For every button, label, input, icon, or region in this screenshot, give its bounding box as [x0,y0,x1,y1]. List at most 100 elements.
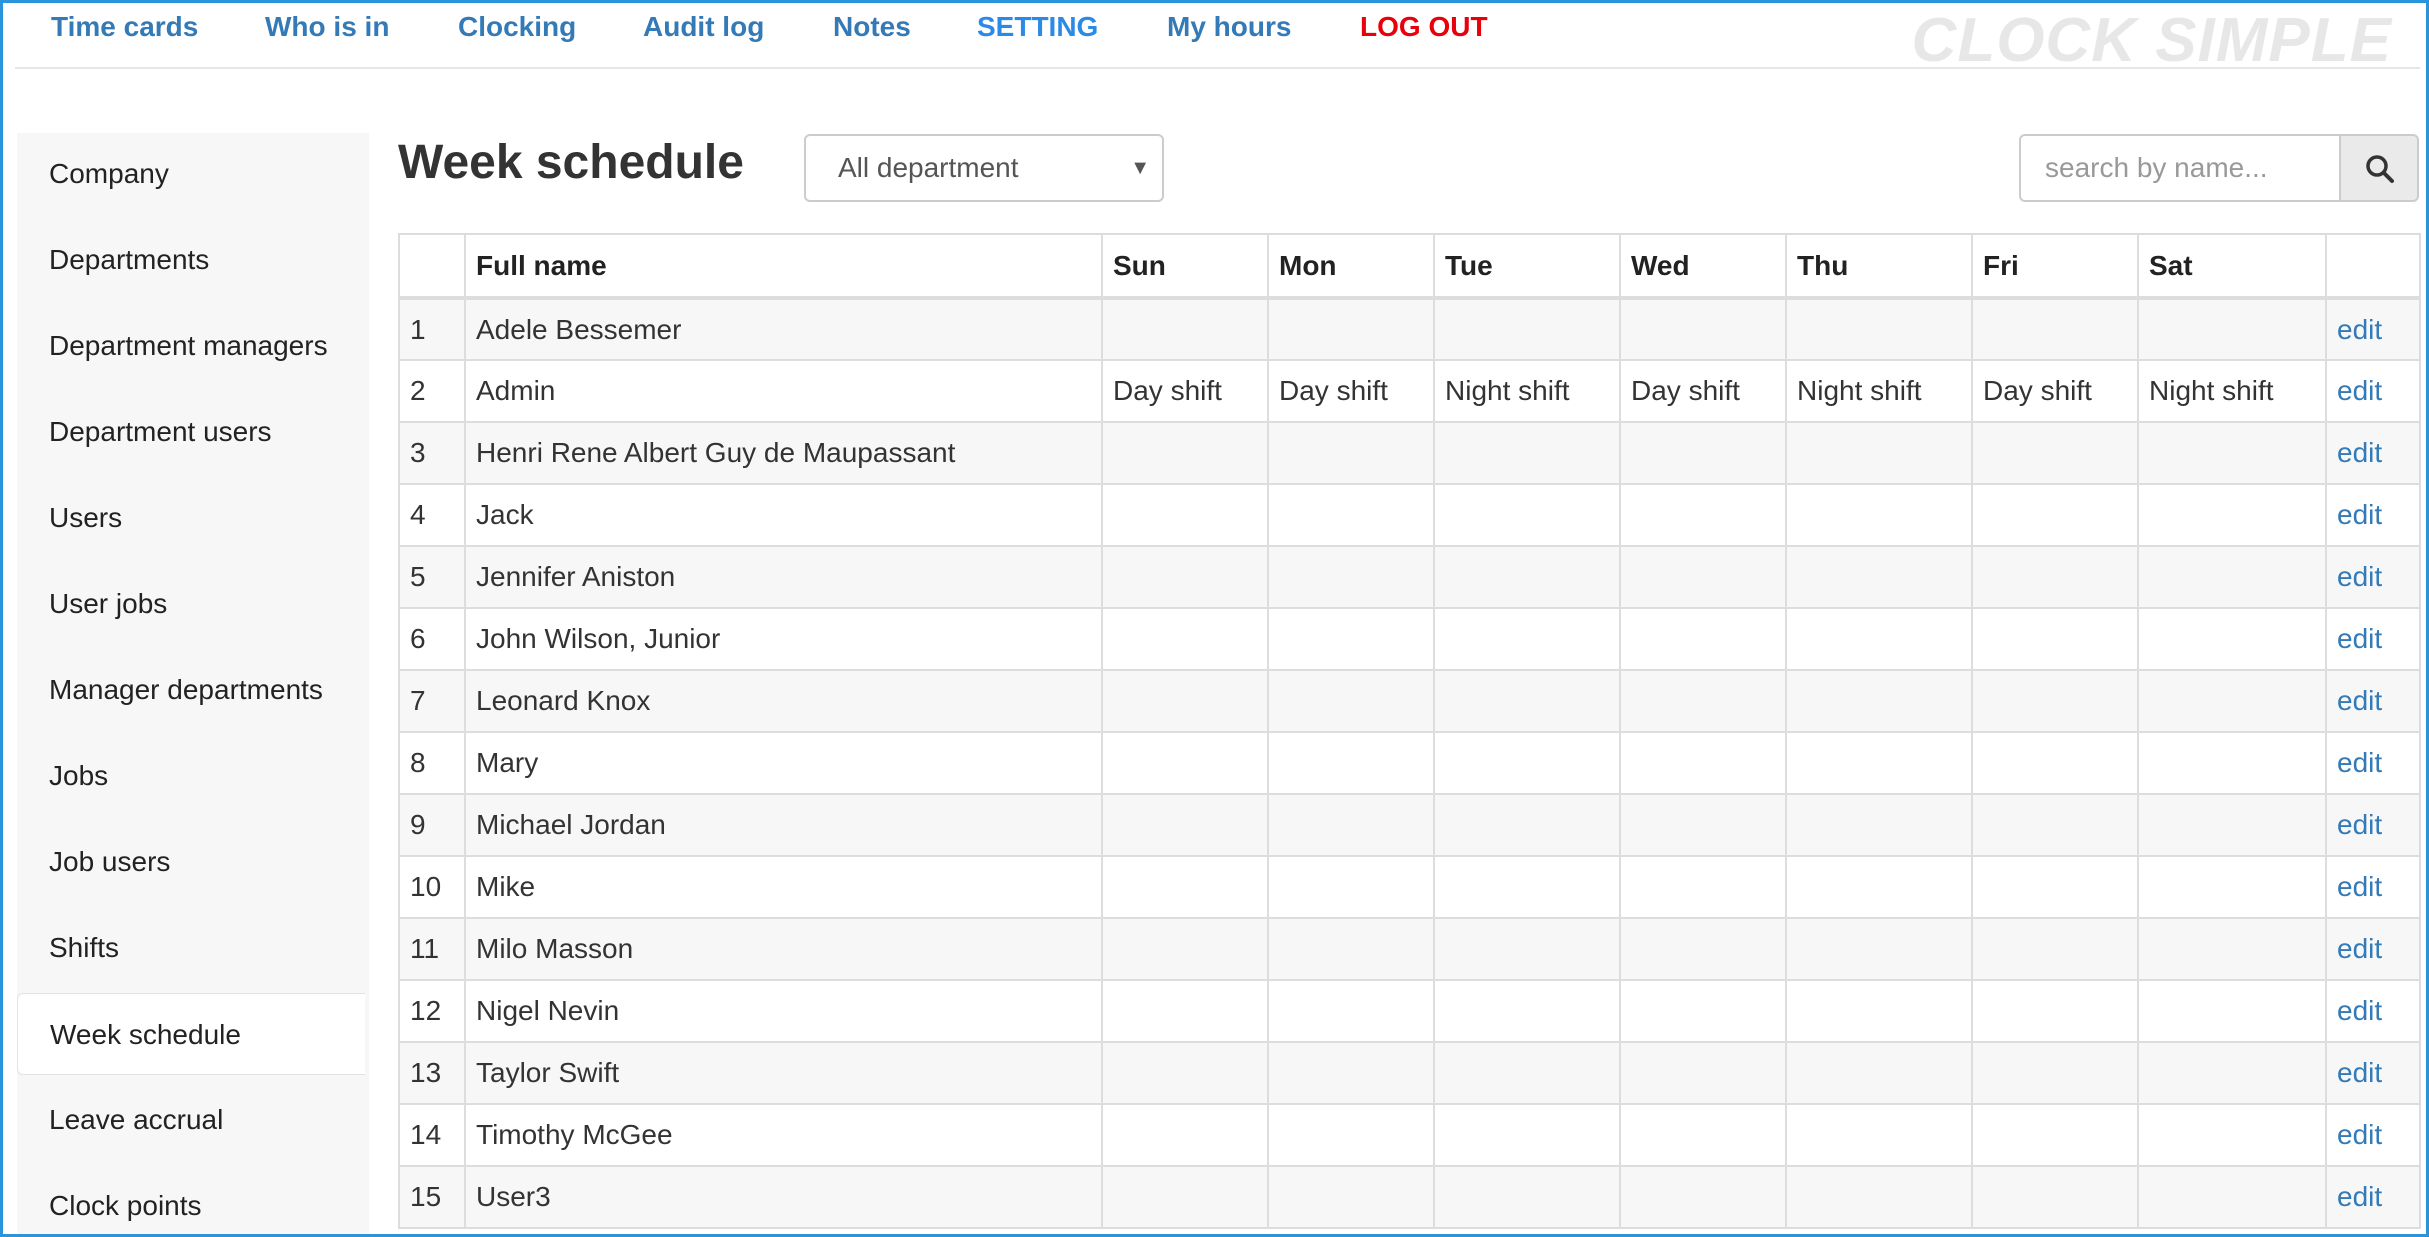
cell-sat [2137,731,2327,795]
sidebar-item-manager-departments[interactable]: Manager departments [17,649,365,731]
sidebar-item-jobs[interactable]: Jobs [17,735,365,817]
nav-log-out[interactable]: LOG OUT [1360,11,1488,43]
cell-fri [1971,731,2139,795]
table-row: 14 Timothy McGee edit [398,1103,2421,1167]
cell-thu [1785,421,1973,485]
cell-name: Adele Bessemer [464,297,1103,361]
cell-action: edit [2325,917,2421,981]
nav-time-cards[interactable]: Time cards [51,11,198,43]
cell-tue [1433,793,1621,857]
table-row: 1 Adele Bessemer edit [398,297,2421,361]
edit-link[interactable]: edit [2337,1057,2382,1088]
edit-link[interactable]: edit [2337,375,2382,406]
edit-link[interactable]: edit [2337,809,2382,840]
sidebar-item-leave-accrual[interactable]: Leave accrual [17,1079,365,1161]
cell-mon [1267,793,1435,857]
cell-action: edit [2325,607,2421,671]
table-row: 12 Nigel Nevin edit [398,979,2421,1043]
edit-link[interactable]: edit [2337,437,2382,468]
cell-mon [1267,979,1435,1043]
sidebar-item-job-users[interactable]: Job users [17,821,365,903]
sidebar-item-shifts[interactable]: Shifts [17,907,365,989]
cell-mon [1267,917,1435,981]
top-navigation: Time cards Who is in Clocking Audit log … [15,3,2420,75]
cell-sun [1101,917,1269,981]
edit-link[interactable]: edit [2337,747,2382,778]
edit-link[interactable]: edit [2337,685,2382,716]
cell-sun [1101,979,1269,1043]
cell-wed [1619,483,1787,547]
cell-sat [2137,607,2327,671]
nav-notes[interactable]: Notes [833,11,911,43]
search-input[interactable] [2019,134,2341,202]
cell-sat [2137,669,2327,733]
search-button[interactable] [2339,134,2419,202]
cell-tue [1433,421,1621,485]
brand-logo: CLOCK SIMPLE [1911,6,2392,75]
edit-link[interactable]: edit [2337,995,2382,1026]
cell-tue [1433,669,1621,733]
sidebar-item-company[interactable]: Company [17,133,365,215]
department-select[interactable]: All department ▼ [804,134,1164,202]
cell-mon [1267,483,1435,547]
sidebar-item-clock-points[interactable]: Clock points [17,1165,365,1234]
cell-sun [1101,545,1269,609]
sidebar-item-week-schedule[interactable]: Week schedule [17,993,365,1075]
settings-sidebar: Company Departments Department managers … [17,133,369,1234]
table-header-row: Full name Sun Mon Tue Wed Thu Fri Sat [398,233,2421,300]
sidebar-item-department-users[interactable]: Department users [17,391,365,473]
cell-name: Henri Rene Albert Guy de Maupassant [464,421,1103,485]
edit-link[interactable]: edit [2337,314,2382,345]
sidebar-item-department-managers[interactable]: Department managers [17,305,365,387]
edit-link[interactable]: edit [2337,871,2382,902]
sidebar-item-departments[interactable]: Departments [17,219,365,301]
table-row: 3 Henri Rene Albert Guy de Maupassant edit [398,421,2421,485]
cell-sat [2137,297,2327,361]
cell-fri [1971,979,2139,1043]
nav-audit-log[interactable]: Audit log [643,11,764,43]
cell-sun [1101,731,1269,795]
cell-name: Mike [464,855,1103,919]
cell-sun [1101,669,1269,733]
sidebar-item-users[interactable]: Users [17,477,365,559]
cell-fri [1971,793,2139,857]
cell-thu [1785,855,1973,919]
cell-fri [1971,1041,2139,1105]
edit-link[interactable]: edit [2337,1181,2382,1212]
cell-fri [1971,669,2139,733]
header-sat: Sat [2137,233,2327,300]
edit-link[interactable]: edit [2337,499,2382,530]
sidebar-item-user-jobs[interactable]: User jobs [17,563,365,645]
cell-fri [1971,421,2139,485]
nav-who-is-in[interactable]: Who is in [265,11,389,43]
nav-clocking[interactable]: Clocking [458,11,576,43]
cell-mon [1267,297,1435,361]
cell-name: Leonard Knox [464,669,1103,733]
cell-action: edit [2325,483,2421,547]
nav-my-hours[interactable]: My hours [1167,11,1291,43]
cell-num: 15 [398,1165,466,1229]
cell-action: edit [2325,855,2421,919]
nav-setting[interactable]: SETTING [977,11,1098,43]
cell-name: John Wilson, Junior [464,607,1103,671]
cell-tue [1433,855,1621,919]
header-fri: Fri [1971,233,2139,300]
cell-action: edit [2325,421,2421,485]
cell-mon [1267,607,1435,671]
edit-link[interactable]: edit [2337,561,2382,592]
edit-link[interactable]: edit [2337,933,2382,964]
cell-mon [1267,545,1435,609]
cell-sat [2137,1041,2327,1105]
cell-name: Mary [464,731,1103,795]
cell-name: Jack [464,483,1103,547]
edit-link[interactable]: edit [2337,1119,2382,1150]
cell-wed [1619,1165,1787,1229]
cell-action: edit [2325,669,2421,733]
edit-link[interactable]: edit [2337,623,2382,654]
cell-tue [1433,731,1621,795]
cell-name: Admin [464,359,1103,423]
cell-action: edit [2325,979,2421,1043]
cell-sun [1101,1103,1269,1167]
cell-thu [1785,483,1973,547]
cell-num: 5 [398,545,466,609]
